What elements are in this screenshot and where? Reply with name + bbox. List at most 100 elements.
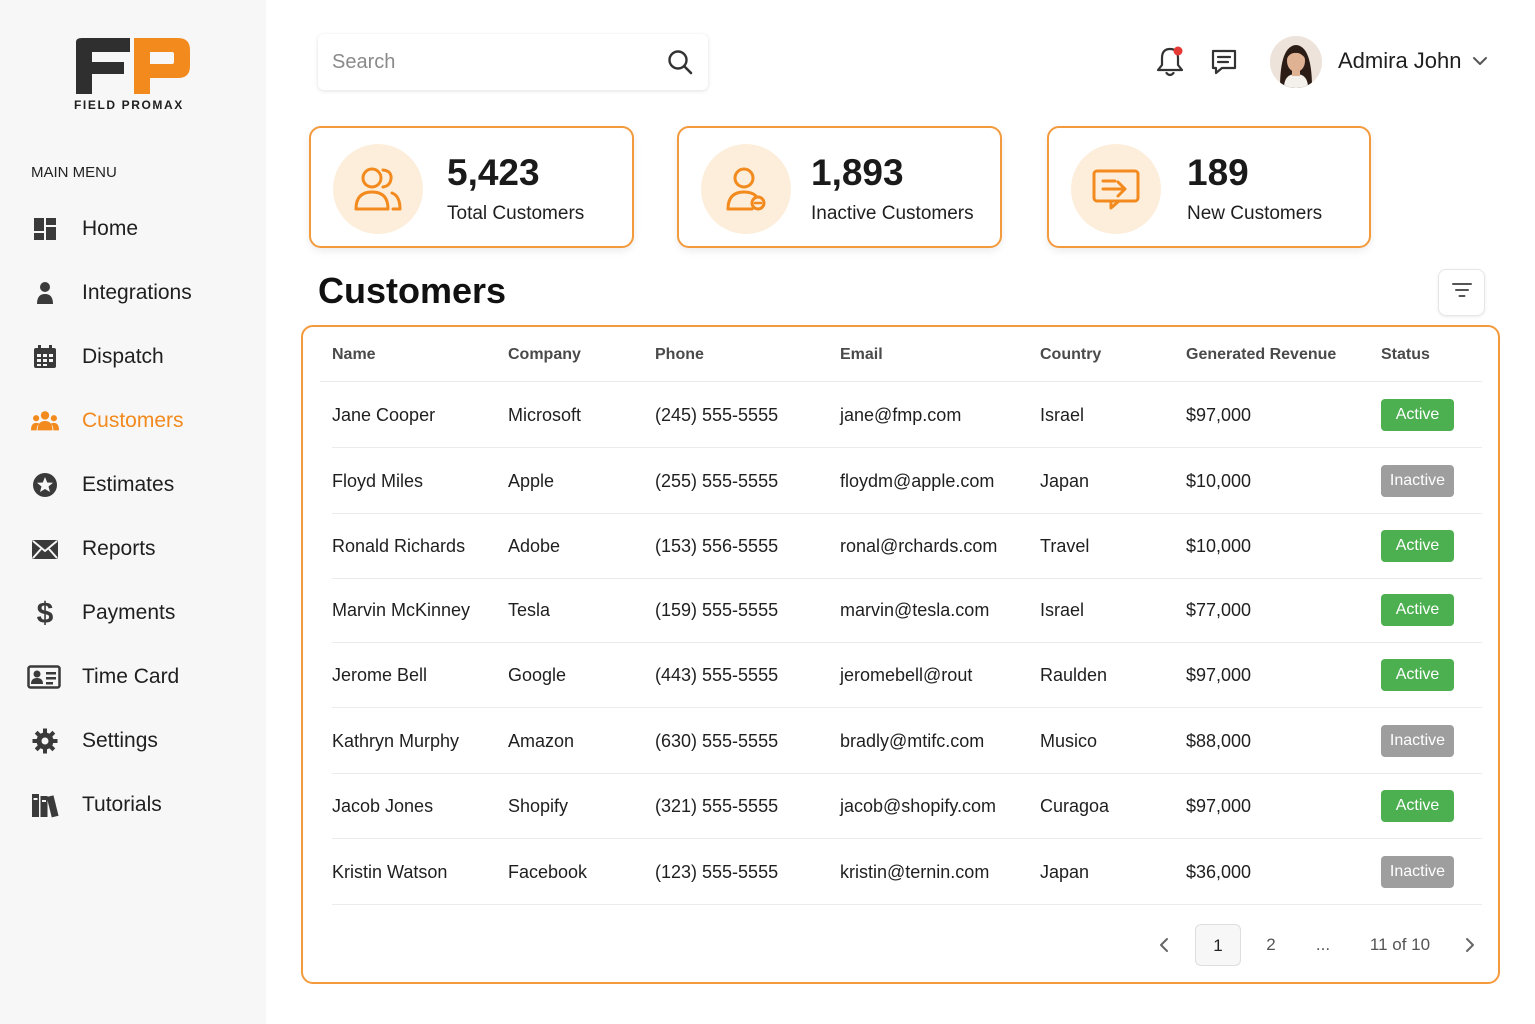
stat-card-new-customers: 189 New Customers bbox=[1047, 126, 1371, 248]
customer-company: Shopify bbox=[508, 796, 569, 816]
dollar-icon: $ bbox=[31, 598, 59, 628]
table-row[interactable]: Kathryn Murphy Amazon (630) 555-5555 bradly… bbox=[332, 709, 1482, 774]
customer-country: Japan bbox=[1040, 862, 1090, 882]
customer-company: Apple bbox=[508, 471, 555, 491]
message-icon[interactable] bbox=[1209, 46, 1239, 76]
stat-card-inactive-customers: 1,893 Inactive Customers bbox=[677, 126, 1002, 248]
search-icon[interactable] bbox=[666, 48, 694, 76]
customer-email: bradly@mtifc.com bbox=[840, 731, 985, 751]
field-promax-logo[interactable]: FIELD PROMAX bbox=[74, 36, 192, 114]
page-button[interactable]: 2 bbox=[1254, 924, 1288, 966]
table-row[interactable]: Jane Cooper Microsoft (245) 555-5555 jane@f… bbox=[332, 383, 1482, 448]
status-badge: Active bbox=[1381, 659, 1454, 691]
column-header-name[interactable]: Name bbox=[332, 346, 376, 364]
customer-name: Jane Cooper bbox=[332, 405, 436, 425]
page-button-current[interactable]: 1 bbox=[1195, 924, 1241, 966]
customer-country: Japan bbox=[1040, 471, 1090, 491]
customer-name: Floyd Miles bbox=[332, 471, 424, 491]
calendar-icon bbox=[31, 343, 59, 371]
sidebar-item-home[interactable]: Home bbox=[0, 205, 266, 253]
column-header-email[interactable]: Email bbox=[840, 346, 883, 364]
customer-phone: (443) 555-5555 bbox=[655, 665, 779, 685]
status-badge: Active bbox=[1381, 790, 1454, 822]
user-name[interactable]: Admira John bbox=[1338, 48, 1462, 74]
customer-name: Ronald Richards bbox=[332, 536, 466, 556]
table-row[interactable]: Kristin Watson Facebook (123) 555-5555 kris… bbox=[332, 840, 1482, 905]
customer-email: kristin@ternin.com bbox=[840, 862, 990, 882]
column-header-country[interactable]: Country bbox=[1040, 346, 1101, 364]
customer-phone: (321) 555-5555 bbox=[655, 796, 779, 816]
sidebar-item-label: Home bbox=[82, 217, 139, 240]
column-header-phone[interactable]: Phone bbox=[655, 346, 704, 364]
column-header-revenue[interactable]: Generated Revenue bbox=[1186, 346, 1336, 364]
chevron-left-icon[interactable] bbox=[1150, 924, 1178, 966]
customer-revenue: $10,000 bbox=[1186, 471, 1252, 491]
status-badge: Inactive bbox=[1381, 725, 1454, 757]
sidebar-item-time-card[interactable]: Time Card bbox=[0, 653, 266, 701]
customer-name: Kristin Watson bbox=[332, 862, 448, 882]
fp-logo-mark bbox=[76, 38, 190, 94]
inbox-arrow-icon bbox=[1071, 144, 1161, 234]
table-row[interactable]: Jacob Jones Shopify (321) 555-5555 jacob@sh… bbox=[332, 774, 1482, 839]
customer-country: Travel bbox=[1040, 536, 1090, 556]
sidebar-item-estimates[interactable]: Estimates bbox=[0, 461, 266, 509]
sidebar-item-reports[interactable]: Reports bbox=[0, 525, 266, 573]
customer-country: Israel bbox=[1040, 600, 1085, 620]
column-header-status[interactable]: Status bbox=[1381, 346, 1430, 364]
sidebar-item-label: Tutorials bbox=[82, 793, 162, 816]
svg-text:$: $ bbox=[37, 598, 54, 628]
sidebar-item-dispatch[interactable]: Dispatch bbox=[0, 333, 266, 381]
search-box bbox=[318, 34, 708, 90]
page-title: Customers bbox=[318, 270, 507, 311]
stat-value: 5,423 bbox=[447, 152, 540, 193]
stat-value: 1,893 bbox=[811, 152, 904, 193]
page-ellipsis: ... bbox=[1315, 935, 1331, 954]
sidebar-item-payments[interactable]: $ Payments bbox=[0, 589, 266, 637]
envelope-icon bbox=[31, 535, 59, 563]
customer-email: jacob@shopify.com bbox=[840, 796, 997, 816]
chevron-right-icon[interactable] bbox=[1456, 924, 1484, 966]
table-row[interactable]: Ronald Richards Adobe (153) 556-5555 ronal@… bbox=[332, 514, 1482, 579]
filter-icon bbox=[1451, 281, 1473, 304]
sidebar-item-tutorials[interactable]: Tutorials bbox=[0, 781, 266, 829]
customer-country: Raulden bbox=[1040, 665, 1108, 685]
stat-label: Inactive Customers bbox=[811, 203, 974, 224]
star-circle-icon bbox=[31, 471, 59, 499]
customer-company: Adobe bbox=[508, 536, 561, 556]
customer-revenue: $88,000 bbox=[1186, 731, 1252, 751]
column-header-company[interactable]: Company bbox=[508, 346, 581, 364]
customer-email: jane@fmp.com bbox=[840, 405, 962, 425]
customer-name: Kathryn Murphy bbox=[332, 731, 460, 751]
customer-phone: (245) 555-5555 bbox=[655, 405, 779, 425]
table-row[interactable]: Marvin McKinney Tesla (159) 555-5555 marvin… bbox=[332, 578, 1482, 643]
chevron-down-icon[interactable] bbox=[1472, 54, 1488, 68]
table-row[interactable]: Floyd Miles Apple (255) 555-5555 floydm@app… bbox=[332, 449, 1482, 514]
filter-button[interactable] bbox=[1438, 269, 1485, 316]
table-row[interactable]: Jerome Bell Google (443) 555-5555 jeromebel… bbox=[332, 643, 1482, 708]
customer-phone: (255) 555-5555 bbox=[655, 471, 779, 491]
sidebar-item-label: Time Card bbox=[82, 665, 180, 688]
customer-revenue: $97,000 bbox=[1186, 405, 1252, 425]
sidebar-item-customers[interactable]: Customers bbox=[0, 397, 266, 445]
notification-bell-icon[interactable] bbox=[1154, 44, 1186, 78]
sidebar-item-label: Reports bbox=[82, 537, 156, 560]
status-badge: Inactive bbox=[1381, 465, 1454, 497]
customer-revenue: $10,000 bbox=[1186, 536, 1252, 556]
avatar[interactable] bbox=[1270, 36, 1322, 88]
stat-label: Total Customers bbox=[447, 203, 585, 224]
stat-value: 189 bbox=[1187, 152, 1249, 193]
customer-country: Israel bbox=[1040, 405, 1085, 425]
customer-phone: (630) 555-5555 bbox=[655, 731, 779, 751]
search-input[interactable] bbox=[332, 34, 662, 90]
status-badge: Active bbox=[1381, 594, 1454, 626]
users-icon bbox=[31, 407, 59, 435]
logo-text: FIELD PROMAX bbox=[74, 98, 184, 112]
sidebar-item-settings[interactable]: Settings bbox=[0, 717, 266, 765]
books-icon bbox=[31, 791, 59, 819]
divider bbox=[320, 381, 1482, 382]
stat-label: New Customers bbox=[1187, 203, 1323, 224]
status-badge: Active bbox=[1381, 530, 1454, 562]
sidebar-item-label: Settings bbox=[82, 729, 158, 752]
sidebar-item-label: Customers bbox=[82, 409, 184, 432]
sidebar-item-integrations[interactable]: Integrations bbox=[0, 269, 266, 317]
